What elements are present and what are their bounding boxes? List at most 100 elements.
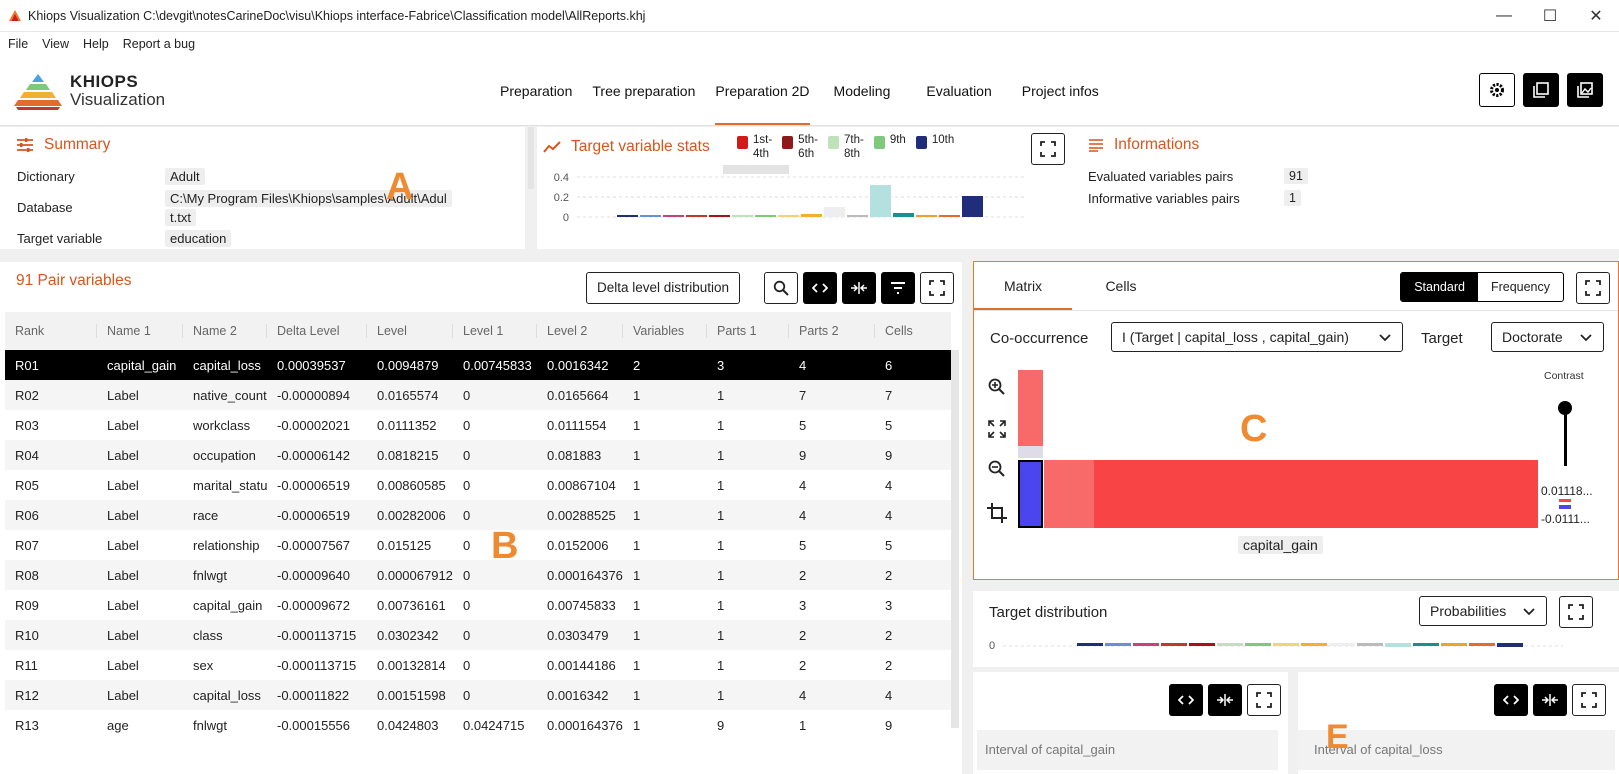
target-stats-bar[interactable]	[801, 214, 822, 217]
table-row[interactable]: R08 Label fnlwgt -0.00009640 0.000067912 0 0.0…	[5, 560, 951, 590]
target-stats-bar[interactable]	[686, 215, 707, 217]
table-row[interactable]: R11 Label sex -0.000113715 0.00132814 0 0.0014…	[5, 650, 951, 680]
column-header[interactable]: Parts 2	[789, 324, 875, 338]
column-header[interactable]: Level 2	[537, 324, 623, 338]
expand-columns-button[interactable]	[803, 272, 837, 304]
target-stats-bar[interactable]	[870, 185, 891, 217]
menu-file[interactable]: File	[8, 37, 28, 51]
tab-evaluation[interactable]: Evaluation	[926, 79, 991, 103]
search-button[interactable]	[764, 272, 798, 304]
crop-icon[interactable]	[986, 502, 1008, 524]
target-distribution-bar[interactable]	[1469, 643, 1495, 646]
delta-level-distribution-button[interactable]: Delta level distribution	[586, 272, 741, 304]
column-header[interactable]: Level 1	[453, 324, 537, 338]
matrix-cell[interactable]	[1094, 460, 1538, 528]
table-row[interactable]: R07 Label relationship -0.00007567 0.015125 0…	[5, 530, 951, 560]
target-stats-bar[interactable]	[893, 213, 914, 217]
target-distribution-bar[interactable]	[1133, 643, 1159, 646]
target-distribution-bar[interactable]	[1301, 643, 1327, 646]
target-stats-bar[interactable]	[778, 215, 799, 217]
maximize-button[interactable]: ☐	[1527, 0, 1573, 32]
column-header[interactable]: Cells	[875, 324, 951, 338]
target-stats-bar[interactable]	[939, 215, 960, 217]
contrast-slider-handle[interactable]	[1558, 401, 1572, 415]
target-distribution-bar[interactable]	[1497, 643, 1523, 647]
table-row[interactable]: R01 capital_gain capital_loss 0.00039537 0.0…	[5, 350, 951, 380]
menu-view[interactable]: View	[42, 37, 69, 51]
matrix-cell[interactable]	[1018, 370, 1043, 446]
table-row[interactable]: R10 Label class -0.000113715 0.0302342 0 0.030…	[5, 620, 951, 650]
matrix-canvas[interactable]	[1018, 370, 1538, 528]
target-stats-bar[interactable]	[663, 215, 684, 217]
target-distribution-bar[interactable]	[1077, 643, 1103, 646]
mode-frequency-button[interactable]: Frequency	[1478, 273, 1563, 301]
target-stats-bar[interactable]	[755, 215, 776, 217]
menu-help[interactable]: Help	[83, 37, 109, 51]
close-window-button[interactable]: ✕	[1573, 0, 1619, 32]
target-distribution-bar[interactable]	[1189, 643, 1215, 646]
summary-scrollbar[interactable]	[528, 127, 534, 189]
fit-screen-icon[interactable]	[988, 420, 1006, 438]
target-stats-bar[interactable]	[709, 215, 730, 217]
column-header[interactable]: Variables	[623, 324, 707, 338]
minimize-button[interactable]: —	[1481, 0, 1527, 32]
table-row[interactable]: R12 Label capital_loss -0.00011822 0.0015159…	[5, 680, 951, 710]
matrix-fullscreen-button[interactable]	[1576, 272, 1610, 304]
target-stats-bar[interactable]	[847, 215, 868, 217]
tab-tree-preparation[interactable]: Tree preparation	[592, 79, 695, 103]
target-distribution-bar[interactable]	[1385, 643, 1411, 647]
target-stats-bar[interactable]	[916, 215, 937, 217]
table-row[interactable]: R13 age fnlwgt -0.00015556 0.0424803 0.042471…	[5, 710, 951, 740]
interval2-fullscreen-button[interactable]	[1572, 684, 1606, 716]
column-header[interactable]: Level	[367, 324, 453, 338]
legend-item[interactable]: 7th- 8th	[828, 133, 864, 161]
mode-standard-button[interactable]: Standard	[1401, 273, 1478, 301]
matrix-cell[interactable]	[1018, 446, 1043, 458]
tab-cells[interactable]: Cells	[1072, 262, 1170, 310]
legend-item[interactable]: 5th- 6th	[782, 133, 818, 161]
menu-report-bug[interactable]: Report a bug	[123, 37, 195, 51]
tab-matrix[interactable]: Matrix	[974, 262, 1072, 310]
target-distribution-fullscreen-button[interactable]	[1559, 596, 1593, 628]
target-distribution-bar[interactable]	[1413, 643, 1439, 646]
interval1-reduce-button[interactable]	[1208, 684, 1242, 716]
table-scrollbar[interactable]	[951, 350, 959, 728]
table-row[interactable]: R02 Label native_country -0.00000894 0.01655…	[5, 380, 951, 410]
table-row[interactable]: R09 Label capital_gain -0.00009672 0.0073616…	[5, 590, 951, 620]
target-stats-bar[interactable]	[640, 215, 661, 217]
target-select[interactable]: Doctorate	[1491, 322, 1604, 352]
target-distribution-bar[interactable]	[1329, 643, 1355, 646]
copy-datas-button[interactable]	[1523, 73, 1559, 107]
target-stats-fullscreen-button[interactable]	[1031, 133, 1065, 165]
target-stats-bar[interactable]	[617, 215, 638, 217]
target-distribution-bar[interactable]	[1245, 643, 1271, 646]
target-stats-bar[interactable]	[962, 196, 983, 217]
legend-item[interactable]: 1st- 4th	[737, 133, 772, 161]
table-row[interactable]: R06 Label race -0.00006519 0.00282006 0 0.0028…	[5, 500, 951, 530]
reduce-columns-button[interactable]	[842, 272, 876, 304]
zoom-out-icon[interactable]	[988, 460, 1006, 478]
table-row[interactable]: R04 Label occupation -0.00006142 0.0818215 0 0…	[5, 440, 951, 470]
tab-modeling[interactable]: Modeling	[834, 79, 891, 103]
tab-preparation[interactable]: Preparation	[500, 79, 572, 103]
cooccurrence-select[interactable]: I (Target | capital_loss , capital_gain)	[1111, 322, 1403, 352]
column-header[interactable]: Parts 1	[707, 324, 789, 338]
contrast-slider-track[interactable]	[1564, 408, 1567, 466]
table-row[interactable]: R05 Label marital_status -0.00006519 0.00860…	[5, 470, 951, 500]
interval1-fullscreen-button[interactable]	[1247, 684, 1281, 716]
column-header[interactable]: Rank	[5, 324, 97, 338]
target-distribution-bar[interactable]	[1273, 643, 1299, 646]
interval2-reduce-button[interactable]	[1533, 684, 1567, 716]
tab-project-infos[interactable]: Project infos	[1022, 79, 1099, 103]
target-distribution-bar[interactable]	[1357, 643, 1383, 646]
filter-button[interactable]	[881, 272, 915, 304]
pairs-fullscreen-button[interactable]	[920, 272, 954, 304]
tab-preparation-2d[interactable]: Preparation 2D	[715, 79, 810, 125]
target-stats-bar[interactable]	[732, 215, 753, 217]
matrix-cell-selected[interactable]	[1018, 460, 1043, 528]
probabilities-select[interactable]: Probabilities	[1419, 596, 1547, 626]
legend-item[interactable]: 10th	[915, 133, 954, 161]
interval2-expand-button[interactable]	[1494, 684, 1528, 716]
target-distribution-bar[interactable]	[1441, 643, 1467, 646]
interval1-expand-button[interactable]	[1169, 684, 1203, 716]
